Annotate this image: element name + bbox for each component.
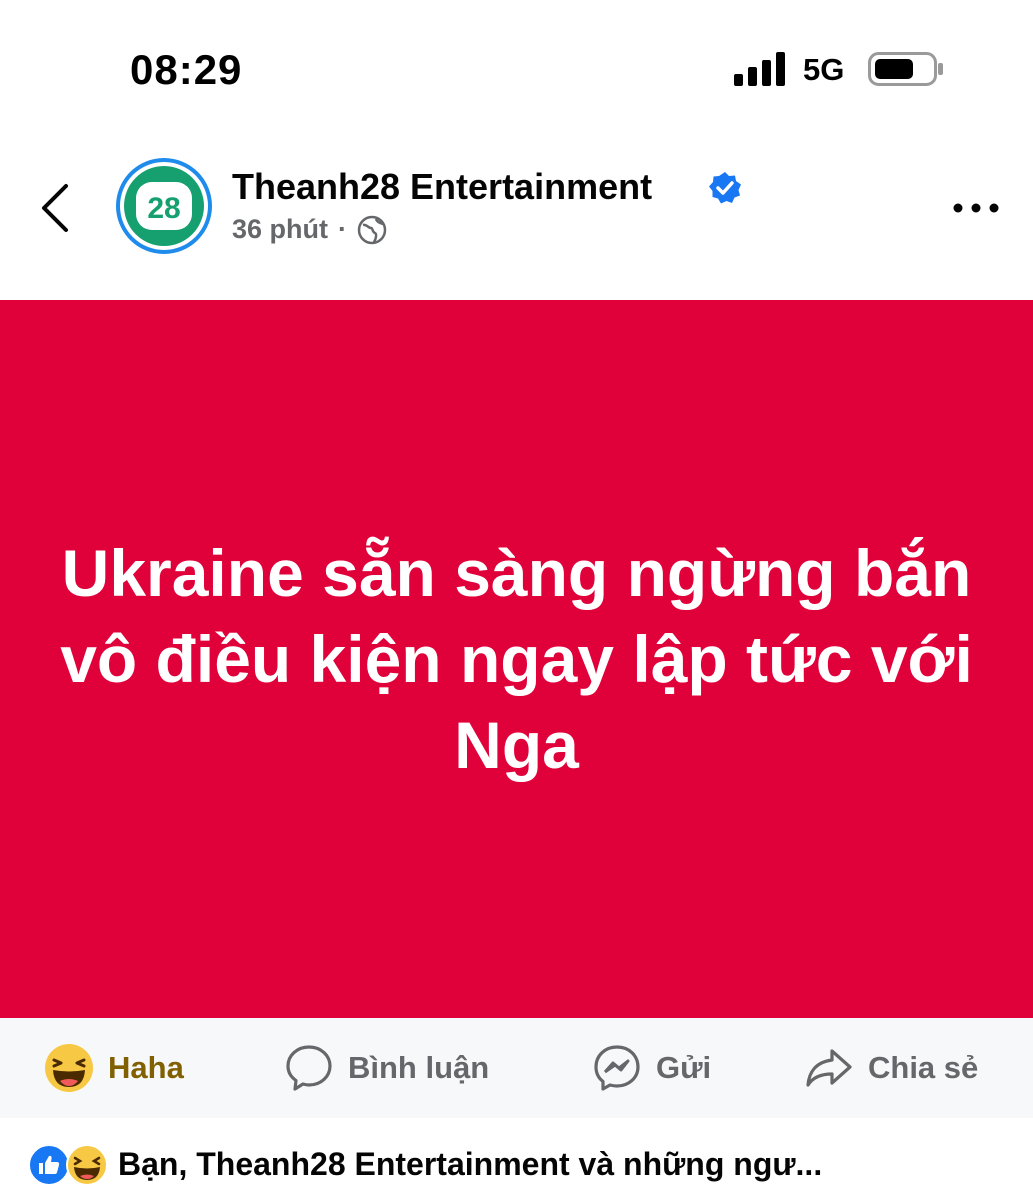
avatar-logo-mark: 28: [136, 182, 192, 230]
action-bar: Haha Bình luận Gửi Chia sẻ: [0, 1018, 1033, 1118]
image-headline: Ukraine sẵn sàng ngừng bắn vô điều kiện …: [60, 536, 973, 782]
globe-icon[interactable]: [357, 215, 387, 245]
comment-label: Bình luận: [348, 1050, 490, 1085]
send-label: Gửi: [656, 1050, 712, 1085]
share-arrow-icon: [806, 1049, 852, 1087]
status-time: 08:29: [130, 46, 243, 93]
send-button[interactable]: Gửi: [592, 1042, 711, 1094]
back-arrow-icon[interactable]: [36, 180, 76, 236]
post-image[interactable]: Ukraine sẵn sàng ngừng bắn vô điều kiện …: [0, 300, 1033, 1018]
comment-button[interactable]: Bình luận: [284, 1042, 489, 1094]
share-button[interactable]: Chia sẻ: [804, 1042, 978, 1094]
verified-badge-icon: [709, 172, 741, 204]
reactions-summary-text: Bạn, Theanh28 Entertainment và những ngư…: [118, 1145, 823, 1182]
post-meta: 36 phút ·: [232, 214, 387, 245]
haha-emoji-icon: [45, 1044, 93, 1092]
post-header: 28 Theanh28 Entertainment 36 phút ·: [0, 140, 1033, 290]
page-avatar[interactable]: 28: [116, 158, 212, 254]
battery-icon: [868, 52, 943, 86]
status-bar: 08:29 5G: [0, 0, 1033, 130]
page-name[interactable]: Theanh28 Entertainment: [232, 166, 652, 208]
messenger-icon: [594, 1045, 640, 1091]
meta-separator: ·: [338, 214, 348, 244]
avatar-text: 28: [147, 192, 180, 225]
comment-icon: [286, 1045, 332, 1091]
like-reaction-icon: [28, 1144, 70, 1186]
haha-reaction-button[interactable]: Haha: [44, 1042, 184, 1094]
signal-bars-icon: [734, 52, 785, 86]
post-time[interactable]: 36 phút: [232, 214, 328, 245]
reactions-summary[interactable]: Bạn, Theanh28 Entertainment và những ngư…: [28, 1140, 1018, 1188]
reaction-icons: [28, 1142, 112, 1186]
share-label: Chia sẻ: [868, 1050, 979, 1085]
network-type: 5G: [803, 52, 845, 87]
haha-reaction-icon: [66, 1144, 108, 1186]
avatar-logo: 28: [124, 166, 204, 246]
haha-label: Haha: [108, 1050, 184, 1085]
more-options-icon[interactable]: [950, 188, 1002, 228]
